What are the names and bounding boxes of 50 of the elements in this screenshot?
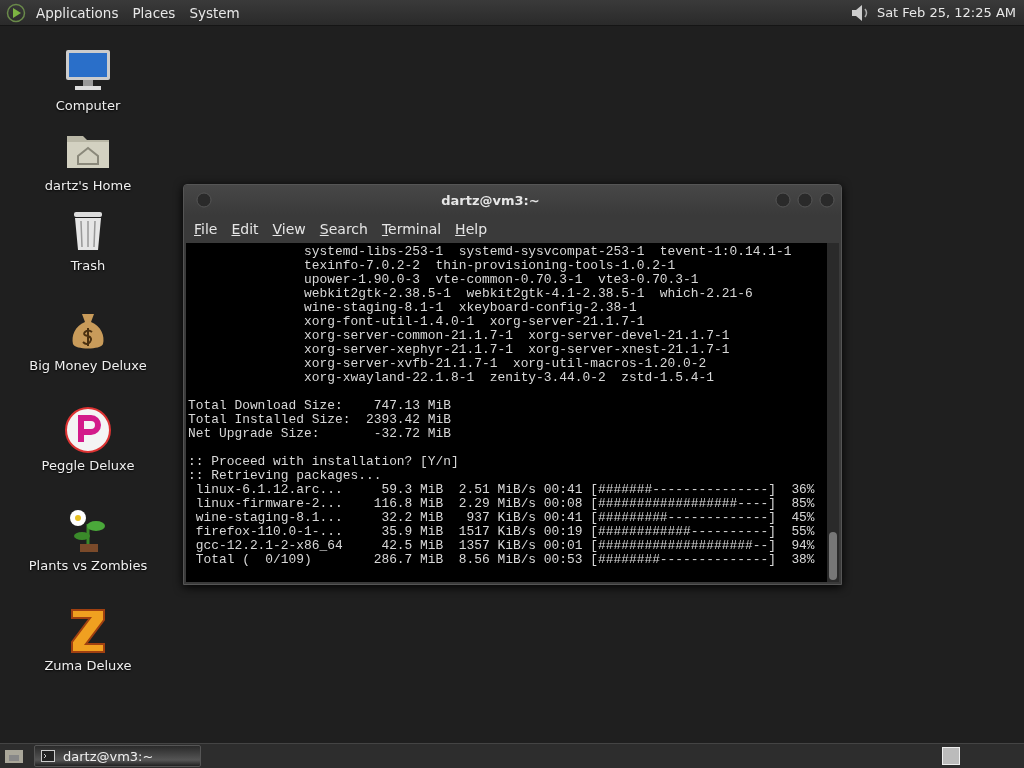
terminal-line: linux-6.1.12.arc... 59.3 MiB 2.51 MiB/s 00:41 [#######---------------] 36% <box>194 483 816 497</box>
terminal-line: xorg-server-xvfb-21.1.7-1 xorg-util-macros-1.20.0-2 <box>304 357 708 371</box>
terminal-line: upower-1.90.0-3 vte-common-0.70.3-1 vte3-0.70.3-1 <box>304 273 700 287</box>
menu-item[interactable]: File <box>188 221 224 237</box>
desktop-icon-label[interactable]: Plants vs Zombies <box>28 558 148 573</box>
scrollbar[interactable] <box>827 243 839 582</box>
panel-menu[interactable]: System <box>185 4 244 21</box>
panel-menu[interactable]: Places <box>128 4 180 21</box>
terminal-line: Net Upgrade Size: -32.72 MiB <box>188 427 452 441</box>
terminal-line: :: Retrieving packages... <box>188 469 383 483</box>
ball-icon <box>64 406 112 454</box>
terminal-icon <box>41 750 55 762</box>
desktop-icon-label[interactable]: Peggle Deluxe <box>41 458 135 473</box>
taskbar-button[interactable]: dartz@vm3:~ <box>34 745 201 767</box>
terminal-line: :: Proceed with installation? [Y/n] <box>188 455 460 469</box>
desktop-icon-label[interactable]: dartz's Home <box>44 178 132 193</box>
terminal-line: linux-firmware-2... 116.8 MiB 2.29 MiB/s 00:08 [##################----] 85% <box>194 497 816 511</box>
minimize-icon[interactable] <box>775 192 791 208</box>
window-title: dartz@vm3:~ <box>440 192 541 208</box>
terminal-line: xorg-xwayland-22.1.8-1 zenity-3.44.0-2 zstd-1.5.4-1 <box>304 371 716 385</box>
terminal-line: systemd-libs-253-1 systemd-sysvcompat-253-1 tevent-1:0.14.1-1 <box>304 245 793 259</box>
panel-menu[interactable]: Applications <box>32 4 123 21</box>
terminal-line: webkit2gtk-2.38.5-1 webkit2gtk-4.1-2.38.5-1 which-2.21-6 <box>304 287 754 301</box>
terminal-line: Total Installed Size: 2393.42 MiB <box>188 413 452 427</box>
terminal-line: gcc-12.2.1-2-x86_64 42.5 MiB 1357 KiB/s 00:01 [####################--] 94% <box>194 539 816 553</box>
terminal-line: wine-staging-8.1... 32.2 MiB 937 KiB/s 00:41 [#########-------------] 45% <box>194 511 816 525</box>
menu-item[interactable]: Help <box>449 221 494 237</box>
show-desktop-icon[interactable] <box>4 747 24 765</box>
terminal-line: Total Download Size: 747.13 MiB <box>188 399 452 413</box>
desktop-icon-label[interactable]: Computer <box>55 98 121 113</box>
terminal-line: xorg-server-xephyr-21.1.7-1 xorg-server-xnest-21.1.7-1 <box>304 343 731 357</box>
terminal-line: texinfo-7.0.2-2 thin-provisioning-tools-1.0.2-1 <box>304 259 677 273</box>
desktop-icon-label[interactable]: Zuma Deluxe <box>44 658 132 673</box>
menu-item[interactable]: Edit <box>225 221 265 237</box>
desktop-icon-label[interactable]: Trash <box>70 258 106 273</box>
workspace-switcher[interactable] <box>942 747 960 765</box>
menu-item[interactable]: View <box>266 221 312 237</box>
play-logo-icon[interactable] <box>6 2 26 23</box>
terminal-line: Total ( 0/109) 286.7 MiB 8.56 MiB/s 00:53 [########--------------] 38% <box>194 553 816 567</box>
terminal-line: firefox-110.0-1-... 35.9 MiB 1517 KiB/s 00:19 [############----------] 55% <box>194 525 816 539</box>
terminal-line: xorg-server-common-21.1.7-1 xorg-server-devel-21.1.7-1 <box>304 329 731 343</box>
menu-item[interactable]: Terminal <box>375 221 448 237</box>
clock[interactable]: Sat Feb 25, 12:25 AM <box>876 5 1016 20</box>
terminal-line: xorg-font-util-1.4.0-1 xorg-server-21.1.7-1 <box>304 315 646 329</box>
window-menu-icon[interactable] <box>196 192 212 208</box>
desktop-icon-label[interactable]: Big Money Deluxe <box>29 358 147 373</box>
maximize-icon[interactable] <box>797 192 813 208</box>
menu-item[interactable]: Search <box>313 221 374 237</box>
close-icon[interactable] <box>819 192 835 208</box>
terminal-line: wine-staging-8.1-1 xkeyboard-config-2.38-1 <box>304 301 638 315</box>
